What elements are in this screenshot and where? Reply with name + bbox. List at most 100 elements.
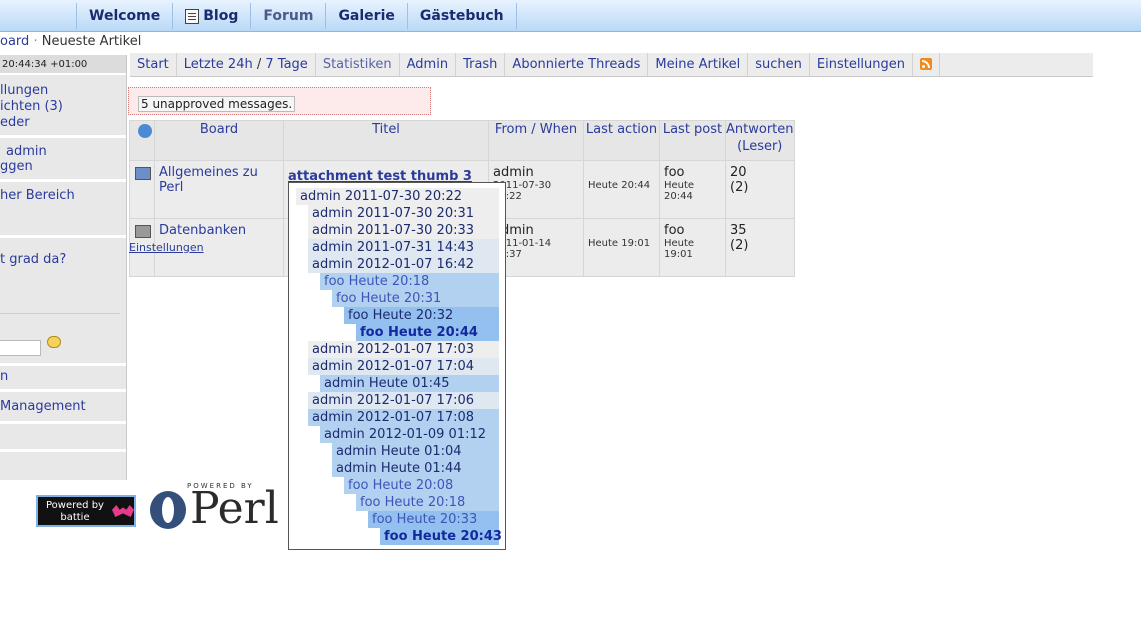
chat-bubble-icon[interactable] [47, 336, 61, 348]
tab-my-articles[interactable]: Meine Artikel [648, 53, 749, 76]
sidebar-divider [0, 179, 126, 182]
tab-last-24h[interactable]: Letzte 24h [184, 57, 253, 72]
tree-node[interactable]: foo Heute 20:18 [356, 494, 499, 511]
tab-recent-separator: / [256, 57, 262, 72]
sidebar-link-members[interactable]: eder [0, 115, 30, 130]
table-settings-link[interactable]: Einstellungen [129, 241, 204, 254]
tree-node[interactable]: admin 2011-07-31 14:43 [308, 239, 499, 256]
clock: 20:44:34 +01:00 [0, 55, 126, 75]
answers-cell: 35 (2) [725, 218, 795, 277]
tree-node[interactable]: foo Heute 20:18 [320, 273, 499, 290]
last-post-user[interactable]: foo [664, 165, 721, 180]
tree-node-current[interactable]: foo Heute 20:44 [356, 324, 499, 341]
last-post-user[interactable]: foo [664, 223, 721, 238]
sidebar-link-settings[interactable]: llungen [0, 83, 48, 98]
board-cell: Allgemeines zu Perl [154, 160, 284, 219]
author-name[interactable]: admin [493, 165, 579, 180]
tree-node[interactable]: admin Heute 01:44 [332, 460, 499, 477]
reader-count: (2) [730, 238, 749, 253]
unapproved-messages-link[interactable]: 5 unapproved messages. [138, 96, 296, 112]
last-post-time: Heute 19:01 [664, 238, 695, 260]
nav-welcome-label: Welcome [89, 8, 161, 24]
breadcrumb-current: Neueste Artikel [41, 34, 142, 49]
tree-node[interactable]: foo Heute 20:31 [332, 290, 499, 307]
nav-galerie-label: Galerie [338, 8, 395, 24]
answers-cell: 20 (2) [725, 160, 795, 219]
battie-badge-line2: battie [60, 512, 90, 523]
breadcrumb-board-link[interactable]: oard [0, 34, 29, 49]
tab-7-days[interactable]: 7 Tage [265, 57, 307, 72]
folder-open-icon [135, 167, 151, 180]
column-from[interactable]: From / When [488, 120, 584, 161]
refresh-header[interactable] [129, 120, 155, 161]
tab-admin[interactable]: Admin [400, 53, 457, 76]
powered-by-perl-badge[interactable]: POWERED BY Perl [149, 482, 284, 534]
sidebar-link-n[interactable]: n [0, 369, 8, 384]
sidebar-link-management[interactable]: Management [0, 399, 86, 414]
tab-search[interactable]: suchen [748, 53, 810, 76]
top-nav: Welcome Blog Forum Galerie Gästebuch [76, 3, 517, 29]
sidebar-divider [0, 421, 126, 424]
tree-node[interactable]: admin 2012-01-07 17:08 [308, 409, 499, 426]
tree-node[interactable]: admin Heute 01:45 [320, 375, 499, 392]
tree-node[interactable]: foo Heute 20:32 [344, 307, 499, 324]
tree-node[interactable]: admin 2012-01-07 17:06 [308, 392, 499, 409]
nav-blog[interactable]: Blog [172, 3, 250, 29]
column-last-post[interactable]: Last post [659, 120, 726, 161]
breadcrumb: oard · Neueste Artikel [0, 34, 141, 49]
sidebar-link-admin[interactable]: admin [6, 144, 47, 159]
tree-node[interactable]: admin 2012-01-09 01:12 [320, 426, 499, 443]
reader-count: (2) [730, 180, 749, 195]
battie-badge-line1: Powered by [46, 500, 104, 511]
nav-blog-label: Blog [203, 8, 239, 24]
sidebar-link-logout[interactable]: ggen [0, 159, 33, 174]
rss-icon [920, 58, 933, 70]
nav-welcome[interactable]: Welcome [76, 3, 172, 29]
tab-subscribed-threads[interactable]: Abonnierte Threads [505, 53, 649, 76]
tab-start[interactable]: Start [130, 53, 177, 76]
tree-node[interactable]: admin 2012-01-07 17:03 [308, 341, 499, 358]
chat-input[interactable] [0, 340, 41, 356]
sidebar-link-private-area[interactable]: her Bereich [0, 188, 75, 203]
powered-by-battie-badge[interactable]: Powered by battie [36, 495, 136, 527]
sidebar-link-messages[interactable]: ichten (3) [0, 99, 63, 114]
sidebar-link-who-online[interactable]: t grad da? [0, 252, 66, 267]
sidebar-divider [0, 449, 126, 452]
forum-tab-bar: Start Letzte 24h / 7 Tage Statistiken Ad… [130, 53, 1093, 77]
sidebar-divider [0, 135, 126, 138]
refresh-icon[interactable] [137, 124, 152, 138]
tree-node[interactable]: admin 2011-07-30 20:31 [308, 205, 499, 222]
sidebar-divider [0, 235, 126, 238]
nav-forum[interactable]: Forum [250, 3, 325, 29]
tab-trash[interactable]: Trash [456, 53, 506, 76]
table-header-row: Board Titel From / When Last action Last… [129, 120, 795, 161]
tree-node[interactable]: foo Heute 20:08 [344, 477, 499, 494]
tab-settings[interactable]: Einstellungen [810, 53, 914, 76]
tree-node[interactable]: foo Heute 20:33 [368, 511, 499, 528]
last-action-time: Heute 20:44 [588, 180, 651, 191]
column-title[interactable]: Titel [283, 120, 489, 161]
tree-node[interactable]: admin Heute 01:04 [332, 443, 499, 460]
thread-status-cell [129, 160, 155, 219]
board-link[interactable]: Allgemeines zu Perl [159, 165, 258, 195]
tree-node[interactable]: admin 2012-01-07 17:04 [308, 358, 499, 375]
answer-count: 35 [730, 223, 747, 238]
tree-node[interactable]: admin 2012-01-07 16:42 [308, 256, 499, 273]
tab-rss[interactable] [913, 53, 941, 76]
tree-node-current[interactable]: foo Heute 20:43 [380, 528, 502, 545]
column-board[interactable]: Board [154, 120, 284, 161]
bat-icon [112, 505, 134, 517]
last-action-time: Heute 19:01 [588, 238, 651, 249]
left-sidebar: 20:44:34 +01:00 llungen ichten (3) eder … [0, 55, 127, 480]
tab-statistics[interactable]: Statistiken [316, 53, 400, 76]
last-post-cell: foo Heute 19:01 [659, 218, 726, 277]
nav-gaestebuch[interactable]: Gästebuch [406, 3, 517, 29]
column-answers[interactable]: Antworten (Leser) [725, 120, 795, 161]
column-last-action[interactable]: Last action [583, 120, 660, 161]
tree-node[interactable]: admin 2011-07-30 20:22 [296, 188, 499, 205]
nav-galerie[interactable]: Galerie [325, 3, 406, 29]
battie-badge-text: Powered by battie [46, 500, 104, 524]
folder-icon [135, 225, 151, 238]
board-link[interactable]: Datenbanken [159, 223, 246, 238]
tree-node[interactable]: admin 2011-07-30 20:33 [308, 222, 499, 239]
